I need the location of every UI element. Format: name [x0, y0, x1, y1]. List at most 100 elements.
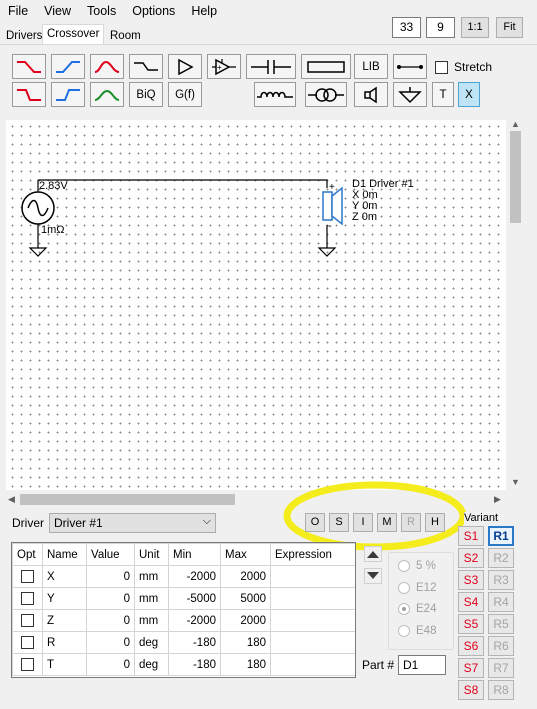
menu-view[interactable]: View [36, 0, 79, 22]
gain-function-button[interactable]: G(f) [168, 82, 202, 107]
transformer-button[interactable] [305, 82, 347, 107]
row-min[interactable]: -5000 [168, 587, 221, 610]
bandpass-filter-2-button[interactable] [90, 82, 124, 107]
menu-tools[interactable]: Tools [79, 0, 124, 22]
move-up-button[interactable] [364, 546, 382, 562]
variant-s4-button[interactable]: S4 [458, 592, 484, 612]
lowpass-filter-2-button[interactable] [12, 82, 46, 107]
opt-checkbox[interactable] [12, 609, 43, 632]
move-down-button[interactable] [364, 568, 382, 584]
menu-help[interactable]: Help [183, 0, 225, 22]
horizontal-scroll-thumb[interactable] [20, 494, 235, 505]
tab-crossover[interactable]: Crossover [42, 24, 105, 44]
ground-button[interactable] [393, 82, 427, 107]
variant-r8-button[interactable]: R8 [488, 680, 514, 700]
resistor-button[interactable] [301, 54, 351, 79]
variant-s6-button[interactable]: S6 [458, 636, 484, 656]
lowpass-filter-button[interactable] [12, 54, 46, 79]
row-value[interactable]: 0 [86, 653, 135, 676]
variant-s3-button[interactable]: S3 [458, 570, 484, 590]
variant-r1-button[interactable]: R1 [488, 526, 514, 546]
amplifier-button[interactable]: + [207, 54, 241, 79]
row-value[interactable]: 0 [86, 609, 135, 632]
zoom-fit-button[interactable]: Fit [496, 17, 523, 38]
variant-s1-button[interactable]: S1 [458, 526, 484, 546]
library-button[interactable]: LIB [354, 54, 388, 79]
menu-options[interactable]: Options [124, 0, 183, 22]
row-expression[interactable] [270, 587, 355, 610]
biquad-button[interactable]: BiQ [129, 82, 163, 107]
zoom-1to1-button[interactable]: 1:1 [461, 17, 489, 38]
stretch-checkbox[interactable] [435, 60, 448, 75]
opt-checkbox[interactable] [12, 631, 43, 654]
speaker-button[interactable] [354, 82, 388, 107]
table-row[interactable]: Y 0 mm -5000 5000 [12, 587, 355, 610]
optimize-r-button[interactable]: R [401, 513, 421, 532]
row-max[interactable]: 180 [220, 631, 271, 654]
row-max[interactable]: 2000 [220, 609, 271, 632]
snap-size-field[interactable]: 9 [426, 17, 455, 38]
tolerance-e24-option[interactable]: E24 [398, 603, 436, 615]
variant-s7-button[interactable]: S7 [458, 658, 484, 678]
opt-checkbox[interactable] [12, 653, 43, 676]
optimize-m-button[interactable]: M [377, 513, 397, 532]
variant-r5-button[interactable]: R5 [488, 614, 514, 634]
variant-s5-button[interactable]: S5 [458, 614, 484, 634]
optimize-s-button[interactable]: S [329, 513, 349, 532]
row-expression[interactable] [270, 609, 355, 632]
variant-s8-button[interactable]: S8 [458, 680, 484, 700]
variant-r3-button[interactable]: R3 [488, 570, 514, 590]
variant-s2-button[interactable]: S2 [458, 548, 484, 568]
optimize-o-button[interactable]: O [305, 513, 325, 532]
scroll-right-icon[interactable]: ▶ [494, 494, 501, 505]
row-value[interactable]: 0 [86, 587, 135, 610]
highpass-filter-button[interactable] [51, 54, 85, 79]
text-button[interactable]: T [432, 82, 454, 107]
row-min[interactable]: -180 [168, 631, 221, 654]
variant-r2-button[interactable]: R2 [488, 548, 514, 568]
row-value[interactable]: 0 [86, 631, 135, 654]
row-value[interactable]: 0 [86, 565, 135, 588]
row-max[interactable]: 180 [220, 653, 271, 676]
opt-checkbox[interactable] [12, 587, 43, 610]
driver-info[interactable]: D1 Driver #1 X 0m Y 0m Z 0m [352, 179, 414, 223]
shelf-filter-button[interactable] [129, 54, 163, 79]
variant-r6-button[interactable]: R6 [488, 636, 514, 656]
tab-drivers[interactable]: Drivers [2, 27, 46, 45]
row-expression[interactable] [270, 565, 355, 588]
variant-r4-button[interactable]: R4 [488, 592, 514, 612]
row-expression[interactable] [270, 653, 355, 676]
highpass-filter-2-button[interactable] [51, 82, 85, 107]
schematic-canvas[interactable]: 2.83V 1mΩ + - D1 Driver #1 X 0m Y 0m Z 0… [6, 120, 506, 490]
tolerance-e12-option[interactable]: E12 [398, 582, 436, 594]
scroll-up-icon[interactable]: ▲ [511, 119, 520, 129]
table-row[interactable]: R 0 deg -180 180 [12, 631, 355, 654]
table-row[interactable]: X 0 mm -2000 2000 [12, 565, 355, 588]
grid-size-field[interactable]: 33 [392, 17, 421, 38]
vertical-scroll-thumb[interactable] [510, 131, 521, 223]
x-button[interactable]: X [458, 82, 480, 107]
driver-select[interactable]: Driver #1 ⌵ [49, 513, 216, 533]
capacitor-button[interactable] [246, 54, 296, 79]
row-expression[interactable] [270, 631, 355, 654]
row-max[interactable]: 5000 [220, 587, 271, 610]
tab-room[interactable]: Room [106, 27, 145, 45]
part-number-field[interactable]: D1 [398, 655, 446, 675]
row-min[interactable]: -2000 [168, 609, 221, 632]
optimize-i-button[interactable]: I [353, 513, 373, 532]
tolerance-5pct-option[interactable]: 5 % [398, 560, 436, 572]
tolerance-e48-option[interactable]: E48 [398, 625, 436, 637]
vertical-scrollbar[interactable]: ▲ ▼ [507, 117, 524, 490]
table-row[interactable]: T 0 deg -180 180 [12, 653, 355, 676]
wire-button[interactable] [393, 54, 427, 79]
inductor-button[interactable] [254, 82, 296, 107]
bandpass-filter-button[interactable] [90, 54, 124, 79]
buffer-button[interactable] [168, 54, 202, 79]
row-max[interactable]: 2000 [220, 565, 271, 588]
optimize-h-button[interactable]: H [425, 513, 445, 532]
row-min[interactable]: -2000 [168, 565, 221, 588]
scroll-left-icon[interactable]: ◀ [8, 494, 15, 505]
scroll-down-icon[interactable]: ▼ [511, 477, 520, 487]
opt-checkbox[interactable] [12, 565, 43, 588]
menu-file[interactable]: File [0, 0, 36, 22]
